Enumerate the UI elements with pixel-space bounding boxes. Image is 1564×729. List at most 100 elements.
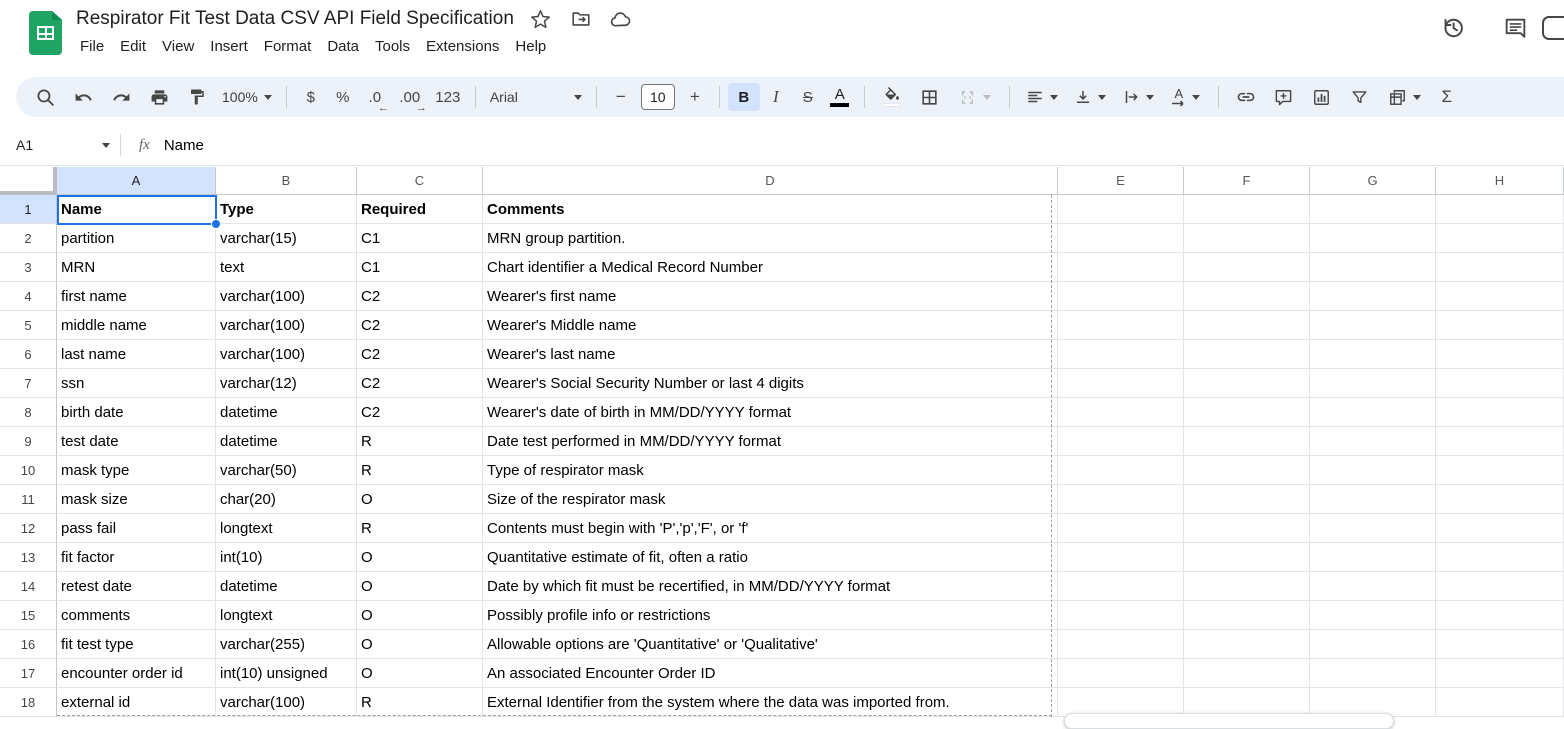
cell-C10[interactable]: R [357, 456, 483, 485]
cell-H13[interactable] [1436, 543, 1564, 572]
cell-F4[interactable] [1184, 282, 1310, 311]
cell-A13[interactable]: fit factor [57, 543, 216, 572]
cell-A18[interactable]: external id [57, 688, 216, 717]
cell-H17[interactable] [1436, 659, 1564, 688]
cell-H12[interactable] [1436, 514, 1564, 543]
row-header-18[interactable]: 18 [0, 688, 57, 717]
menu-edit[interactable]: Edit [112, 35, 154, 58]
cell-B7[interactable]: varchar(12) [216, 369, 357, 398]
cell-E15[interactable] [1058, 601, 1184, 630]
cell-E5[interactable] [1058, 311, 1184, 340]
document-title[interactable]: Respirator Fit Test Data CSV API Field S… [76, 8, 514, 30]
cell-D18[interactable]: External Identifier from the system wher… [483, 688, 1058, 717]
cell-A2[interactable]: partition [57, 224, 216, 253]
row-header-7[interactable]: 7 [0, 369, 57, 398]
name-box[interactable]: A1 [0, 137, 96, 153]
row-header-12[interactable]: 12 [0, 514, 57, 543]
cell-G2[interactable] [1310, 224, 1436, 253]
cell-G1[interactable] [1310, 195, 1436, 224]
cell-C8[interactable]: C2 [357, 398, 483, 427]
cell-E17[interactable] [1058, 659, 1184, 688]
menu-extensions[interactable]: Extensions [418, 35, 507, 58]
cell-A12[interactable]: pass fail [57, 514, 216, 543]
cell-B13[interactable]: int(10) [216, 543, 357, 572]
cell-E11[interactable] [1058, 485, 1184, 514]
cell-D15[interactable]: Possibly profile info or restrictions [483, 601, 1058, 630]
fill-handle[interactable] [211, 219, 221, 229]
cell-F3[interactable] [1184, 253, 1310, 282]
strikethrough-button[interactable]: S [792, 83, 824, 111]
cell-H6[interactable] [1436, 340, 1564, 369]
text-wrap-icon[interactable] [1114, 83, 1162, 111]
cell-B5[interactable]: varchar(100) [216, 311, 357, 340]
cell-G12[interactable] [1310, 514, 1436, 543]
cell-F2[interactable] [1184, 224, 1310, 253]
move-to-folder-icon[interactable] [568, 6, 594, 32]
cell-G5[interactable] [1310, 311, 1436, 340]
column-header-G[interactable]: G [1310, 167, 1436, 195]
cell-C9[interactable]: R [357, 427, 483, 456]
menu-data[interactable]: Data [319, 35, 367, 58]
cell-H2[interactable] [1436, 224, 1564, 253]
cell-H16[interactable] [1436, 630, 1564, 659]
insert-chart-icon[interactable] [1303, 83, 1341, 111]
format-percent-button[interactable]: % [327, 83, 359, 111]
cell-H5[interactable] [1436, 311, 1564, 340]
cell-A1[interactable]: Name [57, 195, 216, 224]
cell-B16[interactable]: varchar(255) [216, 630, 357, 659]
merge-cells-icon[interactable] [949, 83, 1001, 111]
row-header-9[interactable]: 9 [0, 427, 57, 456]
cell-A4[interactable]: first name [57, 282, 216, 311]
cell-B17[interactable]: int(10) unsigned [216, 659, 357, 688]
horizontal-scrollbar[interactable] [1064, 713, 1394, 729]
cell-D4[interactable]: Wearer's first name [483, 282, 1058, 311]
cell-F9[interactable] [1184, 427, 1310, 456]
align-left-icon[interactable] [1018, 83, 1066, 111]
cell-A16[interactable]: fit test type [57, 630, 216, 659]
cell-E2[interactable] [1058, 224, 1184, 253]
cell-D17[interactable]: An associated Encounter Order ID [483, 659, 1058, 688]
cell-B2[interactable]: varchar(15) [216, 224, 357, 253]
column-header-C[interactable]: C [357, 167, 483, 195]
cell-E1[interactable] [1058, 195, 1184, 224]
cell-G4[interactable] [1310, 282, 1436, 311]
cell-A6[interactable]: last name [57, 340, 216, 369]
cell-F16[interactable] [1184, 630, 1310, 659]
cell-F17[interactable] [1184, 659, 1310, 688]
row-header-15[interactable]: 15 [0, 601, 57, 630]
column-header-F[interactable]: F [1184, 167, 1310, 195]
link-icon[interactable] [1227, 83, 1265, 111]
cell-H7[interactable] [1436, 369, 1564, 398]
row-header-2[interactable]: 2 [0, 224, 57, 253]
cell-F5[interactable] [1184, 311, 1310, 340]
cell-G13[interactable] [1310, 543, 1436, 572]
cell-F7[interactable] [1184, 369, 1310, 398]
text-color-button[interactable]: A [824, 83, 856, 111]
sheets-logo-icon[interactable] [29, 11, 62, 55]
vertical-align-icon[interactable] [1066, 83, 1114, 111]
cell-C11[interactable]: O [357, 485, 483, 514]
cell-E7[interactable] [1058, 369, 1184, 398]
cell-F13[interactable] [1184, 543, 1310, 572]
cell-D11[interactable]: Size of the respirator mask [483, 485, 1058, 514]
cell-C4[interactable]: C2 [357, 282, 483, 311]
cell-E4[interactable] [1058, 282, 1184, 311]
cell-H8[interactable] [1436, 398, 1564, 427]
cell-E8[interactable] [1058, 398, 1184, 427]
cell-C1[interactable]: Required [357, 195, 483, 224]
more-formats-button[interactable]: 123 [429, 83, 467, 111]
cell-A15[interactable]: comments [57, 601, 216, 630]
zoom-select[interactable]: 100% [216, 83, 278, 111]
menu-file[interactable]: File [72, 35, 112, 58]
cell-H18[interactable] [1436, 688, 1564, 717]
redo-icon[interactable] [102, 83, 140, 111]
cell-B12[interactable]: longtext [216, 514, 357, 543]
cell-B1[interactable]: Type [216, 195, 357, 224]
cell-B18[interactable]: varchar(100) [216, 688, 357, 717]
column-header-E[interactable]: E [1058, 167, 1184, 195]
cell-C5[interactable]: C2 [357, 311, 483, 340]
row-header-1[interactable]: 1 [0, 195, 57, 224]
decrease-font-size-button[interactable]: − [605, 83, 637, 111]
cell-F8[interactable] [1184, 398, 1310, 427]
font-select[interactable]: Arial [484, 83, 588, 111]
